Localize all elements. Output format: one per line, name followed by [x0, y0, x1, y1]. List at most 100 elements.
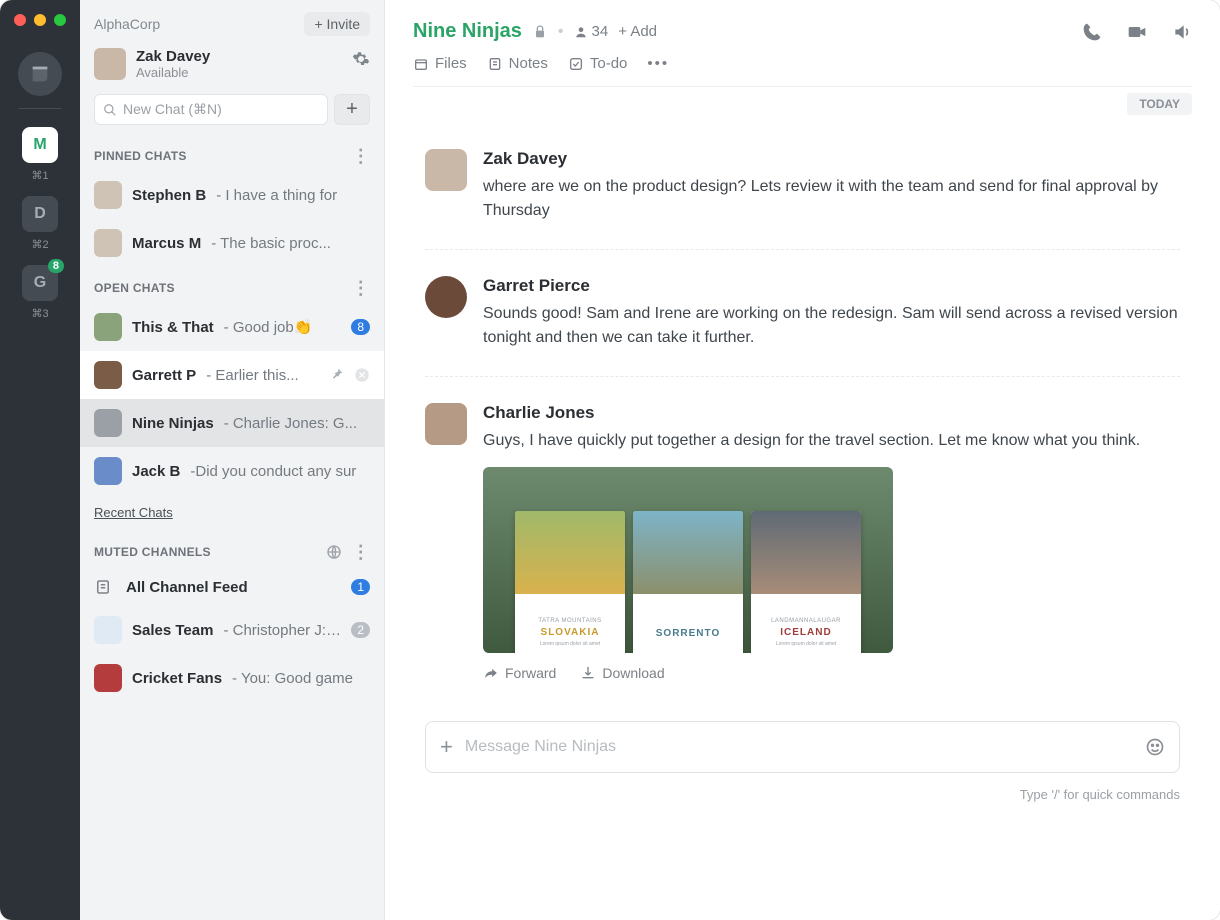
- message: Garret Pierce Sounds good! Sam and Irene…: [425, 250, 1180, 377]
- globe-icon[interactable]: [326, 544, 342, 560]
- download-button[interactable]: Download: [580, 665, 664, 681]
- rail-divider: [19, 108, 61, 109]
- section-title-pinned: PINNED CHATS: [94, 149, 187, 163]
- workspace-g[interactable]: G 8: [22, 265, 58, 301]
- chat-item[interactable]: Garrett P - Earlier this...: [80, 351, 384, 399]
- workspace-rail: M ⌘1 D ⌘2 G 8 ⌘3: [0, 0, 80, 920]
- close-icon[interactable]: [354, 367, 370, 383]
- new-chat-button[interactable]: +: [334, 94, 370, 125]
- add-member-button[interactable]: + Add: [618, 23, 657, 40]
- message-body: where are we on the product design? Lets…: [483, 175, 1180, 223]
- profile-avatar: [94, 48, 126, 80]
- forward-icon: [483, 666, 499, 680]
- main-panel: Nine Ninjas • 34 + Add Files Notes To-do: [385, 0, 1220, 920]
- files-icon: [413, 56, 429, 72]
- chat-item[interactable]: All Channel Feed 1: [80, 568, 384, 606]
- attachment-card: LANDMANNALAUGARICELANDLorem ipsum dolor …: [751, 511, 861, 653]
- section-title-open: OPEN CHATS: [94, 281, 175, 295]
- recent-chats-link[interactable]: Recent Chats: [80, 495, 384, 530]
- message-author: Charlie Jones: [483, 403, 1180, 423]
- chat-preview: - Christopher J: d.: [223, 622, 341, 639]
- chat-preview: - You: Good game: [232, 670, 353, 687]
- tab-notes[interactable]: Notes: [487, 55, 548, 72]
- download-icon: [580, 665, 596, 681]
- member-count[interactable]: 34: [574, 23, 609, 40]
- unread-badge: 1: [351, 579, 370, 595]
- section-more-icon[interactable]: ⋮: [352, 547, 370, 557]
- chat-item-active[interactable]: Nine Ninjas - Charlie Jones: G...: [80, 399, 384, 447]
- message-author: Garret Pierce: [483, 276, 1180, 296]
- avatar: [94, 457, 122, 485]
- message-thread[interactable]: Zak Davey where are we on the product de…: [385, 115, 1220, 707]
- app-logo[interactable]: [18, 52, 62, 96]
- chat-preview: - Good job👏: [224, 318, 313, 336]
- composer[interactable]: +: [425, 721, 1180, 773]
- sidebar: AlphaCorp + Invite Zak Davey Available N…: [80, 0, 385, 920]
- video-icon[interactable]: [1126, 22, 1148, 42]
- attach-icon[interactable]: +: [440, 734, 453, 760]
- chat-name: Cricket Fans: [132, 670, 222, 687]
- search-placeholder: New Chat (⌘N): [123, 101, 222, 118]
- more-icon[interactable]: •••: [647, 55, 669, 72]
- workspace-d[interactable]: D: [22, 196, 58, 232]
- chat-item[interactable]: Marcus M - The basic proc...: [80, 219, 384, 267]
- gear-icon[interactable]: [352, 50, 370, 68]
- chat-name: Stephen B: [132, 187, 206, 204]
- message-body: Sounds good! Sam and Irene are working o…: [483, 302, 1180, 350]
- chat-item[interactable]: Stephen B - I have a thing for: [80, 171, 384, 219]
- pin-icon[interactable]: [330, 367, 344, 383]
- avatar: [94, 361, 122, 389]
- minimize-window[interactable]: [34, 14, 46, 26]
- channel-name[interactable]: Nine Ninjas: [413, 20, 522, 43]
- emoji-icon[interactable]: [1145, 737, 1165, 757]
- composer-input[interactable]: [465, 738, 1133, 756]
- avatar: [94, 181, 122, 209]
- search-input[interactable]: New Chat (⌘N): [94, 94, 328, 125]
- search-icon: [103, 103, 117, 117]
- avatar: [94, 229, 122, 257]
- chat-preview: -Did you conduct any sur: [190, 463, 356, 480]
- section-title-muted: MUTED CHANNELS: [94, 545, 211, 559]
- avatar: [94, 616, 122, 644]
- separator: •: [558, 23, 564, 41]
- profile-block[interactable]: Zak Davey Available: [80, 42, 384, 94]
- chat-name: This & That: [132, 319, 214, 336]
- message: Zak Davey where are we on the product de…: [425, 123, 1180, 250]
- chat-item[interactable]: This & That - Good job👏 8: [80, 303, 384, 351]
- tab-files[interactable]: Files: [413, 55, 467, 72]
- unread-badge: 2: [351, 622, 370, 638]
- workspace-hotkey: ⌘1: [31, 169, 48, 182]
- message-author: Zak Davey: [483, 149, 1180, 169]
- message: Charlie Jones Guys, I have quickly put t…: [425, 377, 1180, 707]
- chat-name: Nine Ninjas: [132, 415, 214, 432]
- invite-button[interactable]: + Invite: [304, 12, 370, 36]
- feed-icon: [94, 578, 116, 596]
- window-controls: [14, 14, 66, 26]
- attachment-card: SORRENTO: [633, 511, 743, 653]
- chat-name: Marcus M: [132, 235, 201, 252]
- message-avatar: [425, 149, 467, 191]
- chat-item[interactable]: Sales Team - Christopher J: d. 2: [80, 606, 384, 654]
- chat-preview: - The basic proc...: [211, 235, 331, 252]
- section-more-icon[interactable]: ⋮: [352, 151, 370, 161]
- workspace-hotkey: ⌘2: [31, 238, 48, 251]
- todo-icon: [568, 56, 584, 72]
- person-icon: [574, 25, 588, 39]
- workspace-m[interactable]: M: [22, 127, 58, 163]
- avatar: [94, 664, 122, 692]
- forward-button[interactable]: Forward: [483, 665, 556, 681]
- tab-todo[interactable]: To-do: [568, 55, 628, 72]
- workspace-hotkey: ⌘3: [31, 307, 48, 320]
- chat-item[interactable]: Cricket Fans - You: Good game: [80, 654, 384, 702]
- phone-icon[interactable]: [1082, 22, 1102, 42]
- avatar: [94, 409, 122, 437]
- chat-item[interactable]: Jack B -Did you conduct any sur: [80, 447, 384, 495]
- close-window[interactable]: [14, 14, 26, 26]
- section-more-icon[interactable]: ⋮: [352, 283, 370, 293]
- chat-name: Garrett P: [132, 367, 196, 384]
- maximize-window[interactable]: [54, 14, 66, 26]
- attachment-image[interactable]: TATRA MOUNTAINSSLOVAKIALorem ipsum dolor…: [483, 467, 893, 653]
- org-name: AlphaCorp: [94, 16, 160, 32]
- speaker-icon[interactable]: [1172, 22, 1192, 42]
- chat-name: Sales Team: [132, 622, 213, 639]
